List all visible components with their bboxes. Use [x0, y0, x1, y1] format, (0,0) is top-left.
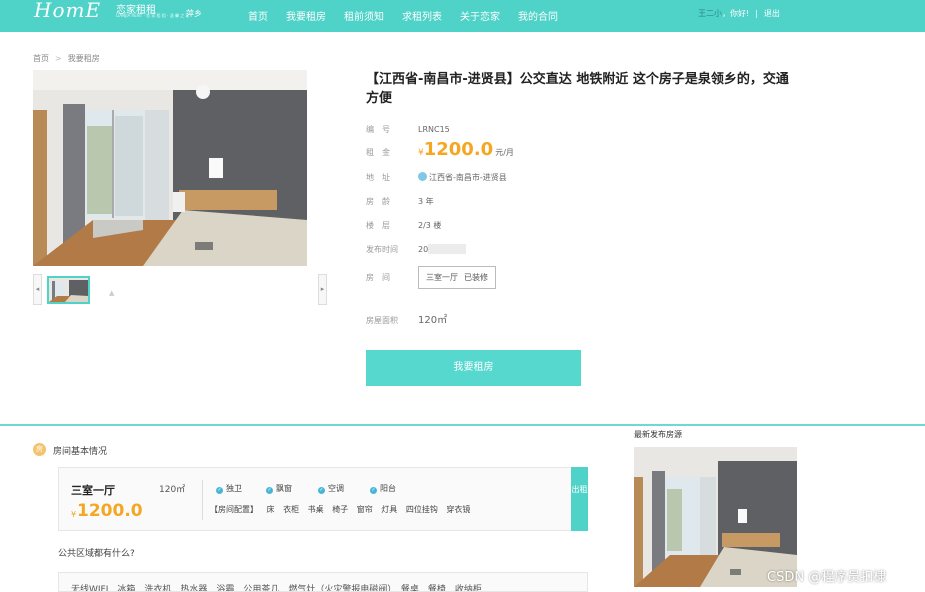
room-layout: 三室一厅 [426, 273, 458, 282]
location-pin-icon [418, 172, 427, 181]
config-item: 椅子 [332, 505, 349, 514]
price-value: 1200.0 [423, 139, 494, 160]
config-item: 穿衣镜 [446, 505, 471, 514]
check-icon: ✓ [318, 487, 325, 494]
card-currency: ¥ [71, 510, 77, 519]
card-price: 1200.0 [77, 501, 143, 521]
age-row: 房 龄 3 年 [366, 196, 434, 207]
user-name[interactable]: 王二小 [698, 9, 722, 18]
config-item: 四位挂钩 [405, 505, 438, 514]
card-area: 120㎡ [159, 485, 186, 495]
config-item: 衣柜 [283, 505, 300, 514]
section-divider [0, 424, 925, 426]
code-row: 编 号 LRNC15 [366, 124, 450, 135]
nav-rent[interactable]: 我要租房 [286, 8, 326, 23]
amenity-item: ✓ 飘窗 [266, 484, 292, 494]
top-navbar: HomE 恋家租租 LIANJIA RENT · 恋 家 租 租 · 温 馨 之… [0, 0, 925, 32]
nav-my-contract[interactable]: 我的合同 [518, 8, 558, 23]
breadcrumb: 首页 > 我要租房 [33, 53, 100, 64]
listing-title: 【江西省-南昌市-进贤县】公交直达 地铁附近 这个房子是泉领乡的，交通方便 [366, 72, 789, 106]
room-label: 房 间 [366, 273, 390, 282]
floor-value: 2/3 楼 [418, 221, 442, 230]
room-config: 【房间配置】 床 衣柜 书桌 椅子 窗帘 灯具 四位挂钩 穿衣镜 [210, 504, 476, 515]
logo-subtitle: LIANJIA RENT · 恋 家 租 租 · 温 馨 之 家 [116, 13, 190, 18]
nav-about[interactable]: 关于恋家 [460, 8, 500, 23]
breadcrumb-home[interactable]: 首页 [33, 54, 49, 63]
watermark: CSDN @程序员扣棣 [767, 570, 887, 585]
breadcrumb-separator: > [55, 54, 62, 63]
rent-button[interactable]: 我要租房 [366, 350, 581, 386]
check-icon: ✓ [216, 487, 223, 494]
check-icon: ✓ [370, 487, 377, 494]
room-summary-card: 三室一厅 120㎡ ¥ 1200.0 ✓ 独卫 ✓ 飘窗 ✓ 空调 ✓ 阳台 【房间配置… [58, 467, 588, 531]
user-separator: | [755, 9, 758, 18]
greeting: ，你好! [722, 9, 750, 18]
publish-row: 发布时间 20 [366, 244, 467, 255]
amenity-item: ✓ 独卫 [216, 484, 242, 494]
redacted-date [428, 244, 467, 254]
config-item: 窗帘 [356, 505, 373, 514]
publish-label: 发布时间 [366, 245, 398, 254]
floor-row: 楼 层 2/3 楼 [366, 220, 441, 231]
thumb-next-button[interactable]: ▸ [318, 274, 327, 305]
age-label: 房 龄 [366, 197, 390, 206]
latest-listings-title: 最新发布房源 [634, 430, 682, 439]
rent-row: 租 金 ¥1200.0 元/月 [366, 139, 514, 160]
nav-home[interactable]: 首页 [248, 8, 268, 23]
room-row: 房 间 三室一厅 已装修 [366, 266, 496, 289]
breadcrumb-current[interactable]: 我要租房 [68, 54, 100, 63]
address-value: 江西省-南昌市-进贤县 [429, 173, 507, 182]
address-label: 地 址 [366, 173, 390, 182]
city-selector[interactable]: 萍乡 [186, 8, 202, 19]
nav-request-list[interactable]: 求租列表 [402, 8, 442, 23]
room-tag: 三室一厅 已装修 [418, 266, 496, 289]
main-nav: 首页 我要租房 租前须知 求租列表 关于恋家 我的合同 [248, 8, 576, 23]
area-value: 120㎡ [418, 315, 448, 326]
room-decor: 已装修 [464, 273, 488, 282]
address-row: 地 址 江西省-南昌市-进贤县 [366, 172, 507, 183]
logo-text: HomE [34, 0, 102, 22]
amenity-item: ✓ 阳台 [370, 484, 396, 494]
price-unit: 元/月 [495, 148, 514, 157]
house-icon: 房 [33, 443, 46, 456]
age-value: 3 年 [418, 197, 434, 206]
photo-thumbnail[interactable] [47, 276, 90, 304]
thumb-prev-button[interactable]: ◂ [33, 274, 42, 305]
check-icon: ✓ [266, 487, 273, 494]
thumb-indicator-icon: ▲ [109, 289, 115, 297]
section-title: 房间基本情况 [53, 447, 108, 457]
nav-rental-notice[interactable]: 租前须知 [344, 8, 384, 23]
logout-link[interactable]: 退出 [764, 9, 780, 18]
rent-label: 租 金 [366, 148, 390, 157]
public-area-question: 公共区域都有什么? [58, 549, 135, 559]
floor-label: 楼 层 [366, 221, 390, 230]
card-layout: 三室一厅 [71, 484, 115, 497]
photo-thumbnail-strip: ◂ ▲ ▸ [33, 274, 327, 306]
user-area: 王二小，你好! | 退出 [698, 8, 780, 19]
config-item: 灯具 [381, 505, 398, 514]
code-value: LRNC15 [418, 125, 450, 134]
config-item: 书桌 [307, 505, 324, 514]
publish-value: 20 [418, 245, 429, 254]
main-room-photo [33, 70, 307, 266]
config-label: 【房间配置】 [210, 505, 258, 514]
config-item: 床 [266, 505, 275, 514]
amenity-item: ✓ 空调 [318, 484, 344, 494]
rent-side-button[interactable]: 出租 [571, 467, 588, 531]
area-label: 房屋面积 [366, 316, 398, 325]
card-divider [202, 480, 203, 520]
public-area-list: 无线WIFI 冰箱 洗衣机 热水器 浴霸 公用茶几 燃气灶（火灾警报电磁阀） 餐… [58, 572, 588, 592]
area-row: 房屋面积 120㎡ [366, 311, 447, 326]
code-label: 编 号 [366, 125, 390, 134]
